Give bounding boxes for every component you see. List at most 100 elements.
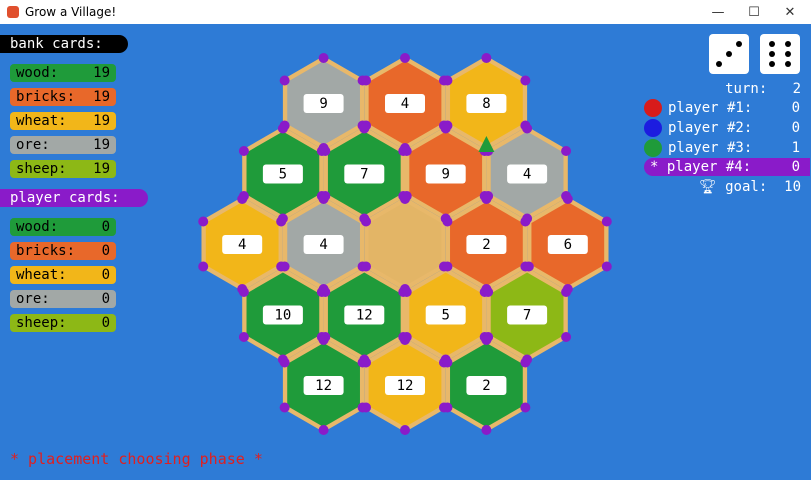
vertex-node[interactable]: [318, 194, 329, 204]
title-bar: Grow a Village! — ☐ ✕: [0, 0, 811, 24]
vertex-node[interactable]: [520, 75, 531, 86]
number-token-label: 4: [523, 167, 531, 183]
vertex-node[interactable]: [520, 402, 531, 413]
die-pip: [785, 41, 791, 47]
die-pip: [785, 51, 791, 57]
player-row-4-active: * player #4: 0: [644, 158, 810, 176]
player-row-1: player #1: 0: [644, 99, 810, 117]
player-2-color-dot: [644, 119, 662, 137]
goal-indicator: 🏆︎ goal: 10: [698, 179, 801, 195]
vertex-node[interactable]: [400, 194, 410, 204]
number-token-label: 6: [564, 237, 572, 253]
vertex-node[interactable]: [601, 216, 612, 227]
die-pip: [769, 51, 775, 57]
number-token-label: 8: [482, 96, 490, 112]
close-button[interactable]: ✕: [767, 0, 811, 24]
hex-board[interactable]: 9 4 8 5 7 9 4 4 4 2 6 10 12 5 7 12 12 2: [0, 24, 811, 480]
vertex-node[interactable]: [442, 216, 453, 227]
die-1[interactable]: [709, 34, 749, 74]
vertex-node[interactable]: [318, 335, 329, 345]
vertex-node[interactable]: [279, 75, 290, 86]
vertex-node[interactable]: [481, 425, 492, 435]
vertex-node[interactable]: [361, 357, 372, 368]
vertex-node[interactable]: [361, 216, 372, 227]
die-pip: [736, 41, 742, 47]
vertex-node[interactable]: [361, 261, 372, 272]
phase-message: * placement choosing phase *: [10, 450, 263, 468]
die-pip: [769, 41, 775, 47]
number-token-label: 4: [401, 96, 409, 112]
number-token-label: 4: [238, 237, 246, 253]
vertex-node[interactable]: [523, 261, 534, 272]
number-token-label: 12: [356, 308, 373, 324]
vertex-node[interactable]: [520, 216, 531, 227]
vertex-node[interactable]: [561, 332, 572, 342]
number-token-label: 7: [523, 308, 531, 324]
number-token-label: 4: [319, 237, 327, 253]
number-token-label: 9: [441, 167, 449, 183]
vertex-node[interactable]: [238, 332, 249, 342]
vertex-node[interactable]: [561, 146, 572, 156]
die-pip: [726, 51, 732, 57]
vertex-node[interactable]: [359, 123, 370, 134]
number-token-label: 5: [279, 167, 287, 183]
player-row-2: player #2: 0: [644, 119, 810, 137]
vertex-node[interactable]: [561, 287, 572, 297]
number-token-label: 2: [482, 378, 490, 394]
vertex-node[interactable]: [279, 357, 290, 368]
vertex-node[interactable]: [401, 146, 412, 156]
die-pip: [785, 61, 791, 67]
vertex-node[interactable]: [318, 425, 329, 435]
player-3-color-dot: [644, 139, 662, 157]
vertex-node[interactable]: [238, 146, 249, 156]
vertex-node[interactable]: [198, 216, 209, 227]
vertex-node[interactable]: [483, 287, 494, 297]
die-pip: [769, 61, 775, 67]
vertex-node[interactable]: [442, 357, 453, 368]
die-2[interactable]: [760, 34, 800, 74]
vertex-node[interactable]: [520, 357, 531, 368]
vertex-node[interactable]: [237, 194, 248, 204]
number-token-label: 12: [397, 378, 414, 394]
number-token-label: 5: [441, 308, 449, 324]
turn-indicator: turn: 2: [725, 81, 801, 97]
player-1-color-dot: [644, 99, 662, 117]
number-token-label: 10: [274, 308, 291, 324]
trophy-icon: 🏆︎: [698, 179, 717, 195]
vertex-node[interactable]: [522, 123, 533, 134]
player-row-3: player #3: 1: [644, 139, 810, 157]
vertex-node[interactable]: [238, 287, 249, 297]
number-token-label: 2: [482, 237, 490, 253]
vertex-node[interactable]: [279, 261, 290, 272]
vertex-node[interactable]: [276, 216, 287, 227]
vertex-node[interactable]: [442, 75, 453, 86]
vertex-node[interactable]: [481, 53, 492, 63]
app-icon: [7, 6, 19, 18]
number-token-label: 9: [319, 96, 327, 112]
vertex-node[interactable]: [320, 146, 331, 156]
vertex-node[interactable]: [320, 287, 331, 297]
vertex-node[interactable]: [562, 194, 573, 204]
vertex-node[interactable]: [481, 335, 492, 345]
vertex-node[interactable]: [601, 261, 612, 272]
vertex-node[interactable]: [361, 402, 372, 413]
vertex-node[interactable]: [400, 425, 410, 435]
game-area: bank cards: wood: 19 bricks: 19 wheat: 19 o…: [0, 24, 811, 480]
die-pip: [716, 61, 722, 67]
vertex-node[interactable]: [279, 402, 290, 413]
vertex-node[interactable]: [277, 123, 288, 134]
number-token-label: 7: [360, 167, 368, 183]
number-token-label: 12: [315, 378, 332, 394]
window-title: Grow a Village!: [25, 5, 117, 19]
vertex-node[interactable]: [400, 335, 410, 345]
vertex-node[interactable]: [442, 261, 453, 272]
vertex-node[interactable]: [442, 402, 453, 413]
vertex-node[interactable]: [440, 123, 451, 134]
vertex-node[interactable]: [361, 75, 372, 86]
vertex-node[interactable]: [400, 53, 410, 63]
vertex-node[interactable]: [318, 53, 329, 63]
vertex-node[interactable]: [481, 194, 492, 204]
vertex-node[interactable]: [401, 287, 412, 297]
active-player-star: *: [650, 159, 659, 175]
vertex-node[interactable]: [198, 261, 209, 272]
